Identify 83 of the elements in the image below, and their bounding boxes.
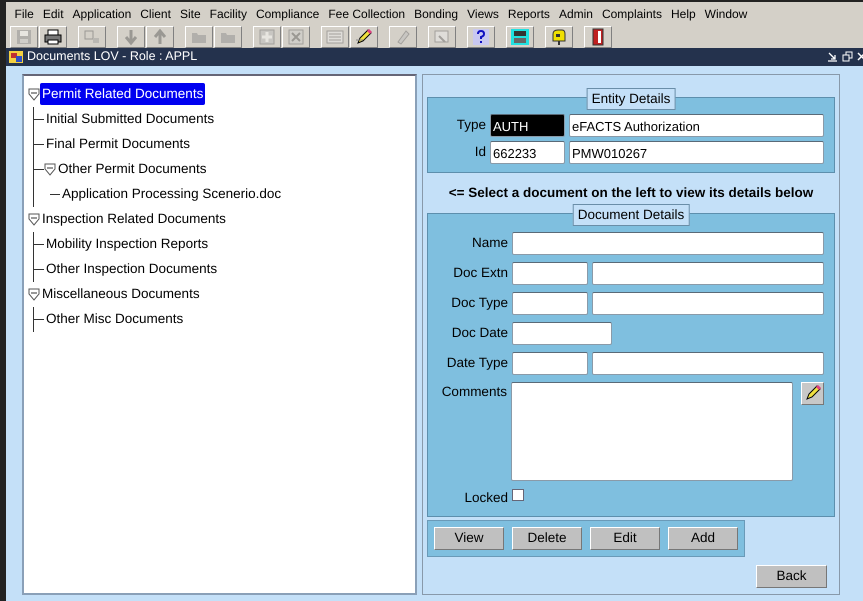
menu-item[interactable]: Window bbox=[700, 4, 752, 23]
up-arrow-icon bbox=[151, 28, 169, 46]
hint-text: <= Select a document on the left to view its details below bbox=[448, 184, 814, 202]
field-label: Comments bbox=[440, 382, 507, 401]
printer-icon bbox=[44, 28, 62, 46]
description-field[interactable] bbox=[592, 352, 824, 375]
delete-icon bbox=[287, 28, 305, 46]
plus-icon bbox=[258, 28, 276, 46]
field-label: Locked bbox=[463, 488, 508, 507]
field-label: Doc Date bbox=[450, 324, 508, 342]
tree-item[interactable]: Permit Related Documents bbox=[40, 82, 206, 106]
menu-item[interactable]: Views bbox=[462, 4, 504, 23]
tree-item[interactable]: Other Permit Documents bbox=[56, 158, 209, 180]
collapse-icon[interactable] bbox=[44, 162, 56, 176]
field-label: Doc Type bbox=[450, 294, 508, 312]
tree-item[interactable]: Other Misc Documents bbox=[44, 308, 186, 330]
locked-checkbox[interactable] bbox=[512, 488, 524, 501]
menu-item[interactable]: Site bbox=[175, 4, 206, 23]
menu-item[interactable]: File bbox=[10, 4, 38, 23]
toolbar-button[interactable] bbox=[467, 26, 495, 48]
menu-item[interactable]: Admin bbox=[554, 4, 598, 23]
window-title: Documents LOV - Role : APPL bbox=[27, 48, 198, 66]
edit-button[interactable] bbox=[801, 382, 824, 405]
code-field[interactable] bbox=[512, 262, 588, 285]
tree-item[interactable]: Miscellaneous Documents bbox=[40, 282, 202, 306]
code-field[interactable] bbox=[512, 352, 588, 375]
down-arrow-icon bbox=[122, 28, 140, 46]
restore-icon[interactable] bbox=[842, 51, 853, 62]
field-label: Doc Extn bbox=[452, 264, 508, 282]
menu-item[interactable]: Application bbox=[68, 4, 136, 23]
group-title: Document Details bbox=[572, 204, 690, 226]
group-title: Entity Details bbox=[586, 88, 676, 110]
field-label: Date Type bbox=[446, 354, 508, 372]
field-label: Name bbox=[470, 234, 508, 252]
action-button[interactable]: Edit bbox=[590, 527, 660, 550]
app-icon bbox=[8, 50, 24, 64]
menu-item[interactable]: Compliance bbox=[251, 4, 324, 23]
action-button[interactable]: Delete bbox=[512, 527, 582, 550]
menu-item[interactable]: Facility bbox=[205, 4, 252, 23]
collapse-icon[interactable] bbox=[28, 212, 40, 226]
minimize-icon[interactable] bbox=[827, 51, 838, 62]
list-icon bbox=[326, 28, 344, 46]
code-field[interactable]: 662233 bbox=[490, 140, 565, 164]
menu-item[interactable]: Client bbox=[136, 4, 176, 23]
toolbar-button[interactable] bbox=[506, 26, 534, 48]
toolbar-button[interactable] bbox=[545, 26, 573, 48]
menu-item[interactable]: Fee Collection bbox=[324, 4, 410, 23]
toolbar-button[interactable] bbox=[350, 26, 378, 48]
tree-item[interactable]: Mobility Inspection Reports bbox=[44, 232, 210, 256]
description-field[interactable]: eFACTS Authorization bbox=[569, 114, 824, 136]
description-field[interactable]: PMW010267 bbox=[569, 140, 824, 164]
description-field[interactable] bbox=[592, 262, 824, 285]
field-label: Id bbox=[474, 142, 486, 161]
code-field[interactable] bbox=[512, 292, 588, 315]
field-label: Type bbox=[456, 116, 486, 134]
tree-item[interactable]: Application Processing Scenerio.doc bbox=[60, 182, 284, 206]
tree-item[interactable]: Inspection Related Documents bbox=[40, 208, 228, 230]
toolbar-button[interactable] bbox=[39, 26, 67, 48]
menu-item[interactable]: Help bbox=[666, 4, 700, 23]
menu-item[interactable]: Complaints bbox=[597, 4, 666, 23]
code-field[interactable]: AUTH bbox=[490, 114, 565, 136]
save-icon bbox=[15, 28, 33, 46]
action-button[interactable]: Add bbox=[668, 527, 738, 550]
mailbox-icon bbox=[550, 28, 568, 46]
collapse-icon[interactable] bbox=[28, 287, 40, 301]
menu-item[interactable]: Bonding bbox=[410, 4, 463, 23]
description-field[interactable] bbox=[592, 292, 824, 315]
comments-field[interactable] bbox=[510, 382, 794, 481]
close-icon[interactable] bbox=[857, 51, 863, 62]
menu-item[interactable]: Edit bbox=[38, 4, 68, 23]
tree-item[interactable]: Initial Submitted Documents bbox=[44, 108, 216, 130]
pencil-icon bbox=[355, 28, 373, 46]
toolbar-button[interactable] bbox=[584, 26, 612, 48]
action-button[interactable]: View bbox=[434, 527, 504, 550]
help-icon bbox=[472, 28, 490, 46]
collapse-icon[interactable] bbox=[28, 87, 40, 101]
text-field[interactable] bbox=[512, 232, 824, 255]
date-field[interactable] bbox=[512, 322, 612, 345]
tree-item[interactable]: Final Permit Documents bbox=[44, 132, 192, 156]
tree-item[interactable]: Other Inspection Documents bbox=[44, 258, 220, 280]
back-button[interactable]: Back bbox=[756, 565, 827, 588]
pencil-icon bbox=[804, 384, 822, 402]
menu-item[interactable]: Reports bbox=[503, 4, 554, 23]
